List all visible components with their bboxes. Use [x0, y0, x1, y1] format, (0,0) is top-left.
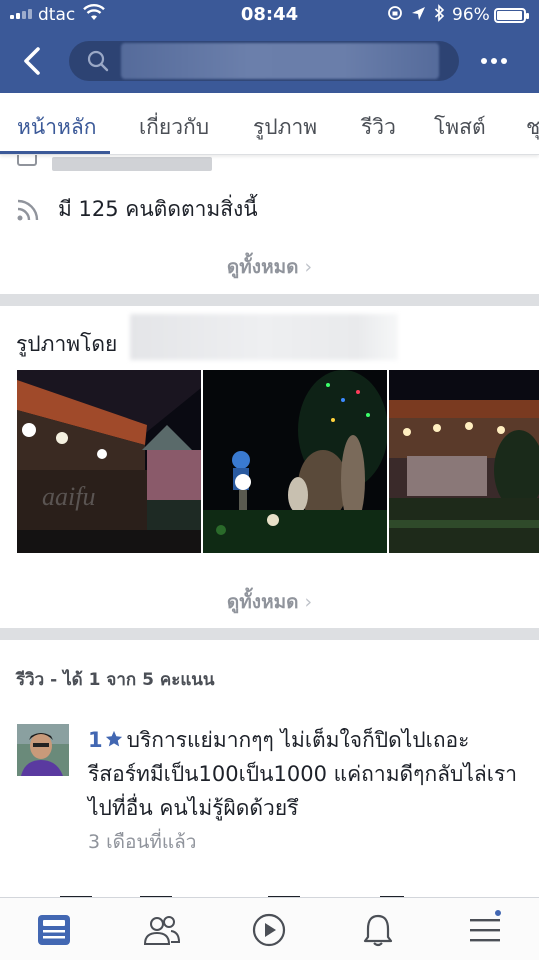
see-all-about-link[interactable]: ดูทั้งหมด ›	[0, 252, 539, 282]
tab-about[interactable]: เกี่ยวกับ	[139, 111, 209, 144]
battery-fill	[497, 11, 522, 20]
photo-thumbnail-3[interactable]	[389, 370, 539, 553]
notifications-tab[interactable]	[358, 910, 398, 950]
author-name-redacted	[130, 314, 398, 360]
followers-row: มี 125 คนติดตามสิ่งนี้	[16, 193, 258, 226]
photo-thumbnail-2[interactable]	[203, 370, 387, 553]
rss-icon	[17, 199, 39, 220]
friends-tab[interactable]	[142, 910, 182, 950]
review-text: 1 บริการแย่มากๆๆ ไม่เต็มใจก็ปิดไปเถอะรีสอ…	[88, 723, 528, 825]
reviews-heading: รีวิว - ได้ 1 จาก 5 คะแนน	[16, 670, 215, 690]
review-rating: 1	[88, 728, 127, 752]
chevron-left-icon[interactable]	[18, 46, 48, 76]
top-bar: dtac 08:44 96%	[0, 0, 539, 93]
see-all-label: ดูทั้งหมด	[226, 591, 299, 613]
followers-text: มี 125 คนติดตามสิ่งนี้	[58, 197, 258, 221]
orientation-lock-icon	[388, 6, 402, 20]
avatar[interactable]	[17, 724, 69, 776]
active-tab-indicator	[0, 151, 110, 154]
bottom-nav	[0, 897, 539, 960]
app-screen: dtac 08:44 96% หน้าหลัก เกี่ยวกับ รูปภาพ…	[0, 0, 539, 960]
menu-tab[interactable]	[465, 908, 505, 950]
search-icon	[87, 50, 109, 72]
review-timestamp: 3 เดือนที่แล้ว	[88, 831, 197, 853]
section-divider	[0, 294, 539, 306]
menu-icon	[470, 919, 500, 942]
tab-home[interactable]: หน้าหลัก	[17, 111, 96, 144]
photos-section-title: รูปภาพโดย	[16, 332, 118, 356]
battery-icon	[494, 8, 529, 23]
more-dots-icon[interactable]	[478, 51, 510, 71]
clipped-info-row	[16, 155, 212, 171]
tab-reviews[interactable]: รีวิว	[361, 111, 396, 144]
bluetooth-icon	[434, 4, 445, 22]
status-icons	[387, 4, 445, 22]
rating-value: 1	[88, 728, 103, 752]
section-divider	[0, 628, 539, 640]
page-tabs: หน้าหลัก เกี่ยวกับ รูปภาพ รีวิว โพสต์ ชุ	[0, 93, 539, 155]
tab-more[interactable]: ชุ	[526, 111, 539, 144]
battery-percent: 96%	[452, 5, 490, 25]
svg-text:aaifu: aaifu	[42, 482, 95, 511]
checkin-icon	[17, 155, 37, 166]
clipped-next-content	[60, 883, 460, 897]
video-tab[interactable]	[249, 910, 289, 950]
friends-icon	[143, 916, 181, 945]
review-body: บริการแย่มากๆๆ ไม่เต็มใจก็ปิดไปเถอะรีสอร…	[88, 728, 518, 820]
see-all-label: ดูทั้งหมด	[226, 256, 299, 278]
photo-thumbnail-1[interactable]: aaifu	[17, 370, 201, 553]
chevron-right-icon: ›	[304, 591, 313, 613]
status-bar: dtac 08:44 96%	[0, 0, 539, 30]
search-query-redacted	[121, 43, 439, 79]
news-feed-icon	[38, 915, 70, 945]
bell-icon	[363, 914, 393, 947]
search-input[interactable]	[69, 41, 459, 81]
see-all-photos-link[interactable]: ดูทั้งหมด ›	[0, 587, 539, 617]
video-play-icon	[252, 913, 286, 947]
tab-posts[interactable]: โพสต์	[434, 111, 486, 144]
star-icon	[105, 730, 122, 747]
news-feed-tab[interactable]	[34, 910, 74, 950]
chevron-right-icon: ›	[304, 256, 313, 278]
location-arrow-icon	[412, 6, 425, 20]
notification-dot	[493, 908, 503, 918]
tab-photos[interactable]: รูปภาพ	[253, 111, 317, 144]
page-content: มี 125 คนติดตามสิ่งนี้ ดูทั้งหมด › รูปภาพ…	[0, 155, 539, 897]
